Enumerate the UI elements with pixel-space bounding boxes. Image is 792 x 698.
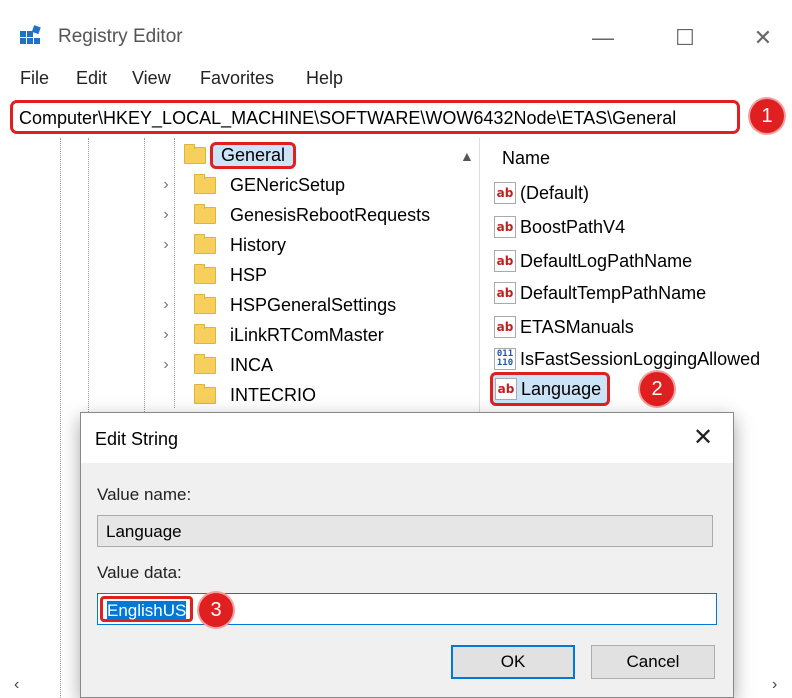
list-item[interactable]: ab DefaultLogPathName [494,246,692,276]
folder-icon [194,263,216,284]
dialog-title: Edit String [95,429,179,449]
tree-item-label: GenesisRebootRequests [230,204,431,225]
list-item-selected[interactable]: ab Language [490,372,611,406]
folder-icon [194,353,216,374]
menu-favorites[interactable]: Favorites [200,68,274,89]
value-name: DefaultLogPathName [520,250,693,271]
scroll-up-arrow-icon[interactable]: ▲ [460,148,474,164]
tree-item-general[interactable]: General [158,140,297,170]
menu-bar: File Edit View Favorites Help [0,64,792,92]
menu-file[interactable]: File [20,68,49,89]
tree-item-history[interactable]: › History [158,230,286,260]
close-button[interactable]: ✕ [738,20,788,56]
title-bar: Registry Editor — ☐ ✕ [0,0,792,60]
dialog-title-bar: Edit String ✕ [81,413,733,463]
registry-editor-app-icon [20,25,41,44]
scroll-right-arrow-icon[interactable]: › [772,676,777,694]
value-name: BoostPathV4 [520,216,626,237]
tree-item-label: HSPGeneralSettings [230,294,397,315]
tree-item-hsp[interactable]: HSP [158,260,267,290]
list-item[interactable]: ab BoostPathV4 [494,212,625,242]
column-header-name[interactable]: Name [502,148,550,169]
tree-item-label: HSP [230,264,268,285]
tree-item-label: GENericSetup [230,174,346,195]
tree-item-hspgeneralsettings[interactable]: › HSPGeneralSettings [158,290,396,320]
folder-icon [194,323,216,344]
maximize-button[interactable]: ☐ [660,20,710,56]
folder-icon [194,173,216,194]
scroll-left-arrow-icon[interactable]: ‹ [14,676,19,694]
value-name-label: Value name: [97,485,192,504]
value-name: ETASManuals [520,316,634,337]
folder-icon [194,293,216,314]
menu-view[interactable]: View [132,68,171,89]
step-badge-2: 2 [640,372,674,406]
tree-item-inca[interactable]: › INCA [158,350,273,380]
menu-edit[interactable]: Edit [76,68,107,89]
selected-value-highlight: ab Language [490,372,611,406]
tree-guide-line [60,138,61,698]
address-bar[interactable]: Computer\HKEY_LOCAL_MACHINE\SOFTWARE\WOW… [10,100,740,134]
folder-icon [194,383,216,404]
ok-button[interactable]: OK [451,645,575,679]
ab-string-icon: ab [494,316,516,338]
folder-icon [194,233,216,254]
folder-icon [184,143,206,164]
value-name: (Default) [520,182,590,203]
chevron-right-icon[interactable]: › [158,176,174,194]
value-data-input[interactable]: EnglishUS [97,593,717,625]
value-name-field: Language [97,515,713,547]
cancel-button[interactable]: Cancel [591,645,715,679]
list-item[interactable]: 011 110 IsFastSessionLoggingAllowed [494,344,760,374]
registry-editor-window: Registry Editor — ☐ ✕ File Edit View Fav… [0,0,792,698]
list-item[interactable]: ab ETASManuals [494,312,634,342]
list-item[interactable]: ab DefaultTempPathName [494,278,706,308]
value-data-selection-highlight: EnglishUS [100,596,194,622]
folder-icon [194,203,216,224]
tree-item-genericsetup[interactable]: › GENericSetup [158,170,345,200]
ab-string-icon: ab [494,282,516,304]
tree-item-intecrio[interactable]: INTECRIO [158,380,316,410]
edit-string-dialog: Edit String ✕ Value name: Language Value… [80,412,734,698]
value-name: Language [521,378,602,399]
ab-string-icon: ab [494,216,516,238]
window-title: Registry Editor [58,26,183,47]
binary-dword-icon: 011 110 [494,348,516,370]
value-data-text: EnglishUS [107,601,187,620]
ab-string-icon: ab [494,182,516,204]
value-name: DefaultTempPathName [520,282,707,303]
tree-item-label: History [230,234,287,255]
chevron-right-icon[interactable]: › [158,326,174,344]
tree-item-label: INCA [230,354,274,375]
ab-string-icon: ab [494,250,516,272]
list-item[interactable]: ab (Default) [494,178,589,208]
tree-item-genesisrebootrequests[interactable]: › GenesisRebootRequests [158,200,430,230]
tree-item-label: iLinkRTComMaster [230,324,384,345]
value-name: IsFastSessionLoggingAllowed [520,348,761,369]
tree-item-ilinkrtcommaster[interactable]: › iLinkRTComMaster [158,320,384,350]
chevron-right-icon[interactable]: › [158,236,174,254]
menu-help[interactable]: Help [306,68,343,89]
step-badge-3: 3 [199,593,233,627]
chevron-right-icon[interactable]: › [158,296,174,314]
tree-item-label: INTECRIO [230,384,317,405]
step-badge-1: 1 [750,99,784,133]
chevron-right-icon[interactable]: › [158,356,174,374]
minimize-button[interactable]: — [578,20,628,56]
value-data-label: Value data: [97,563,182,582]
dialog-close-icon[interactable]: ✕ [693,423,713,452]
chevron-right-icon[interactable]: › [158,206,174,224]
ab-string-icon: ab [495,378,517,400]
tree-item-label-selected: General [210,141,297,169]
